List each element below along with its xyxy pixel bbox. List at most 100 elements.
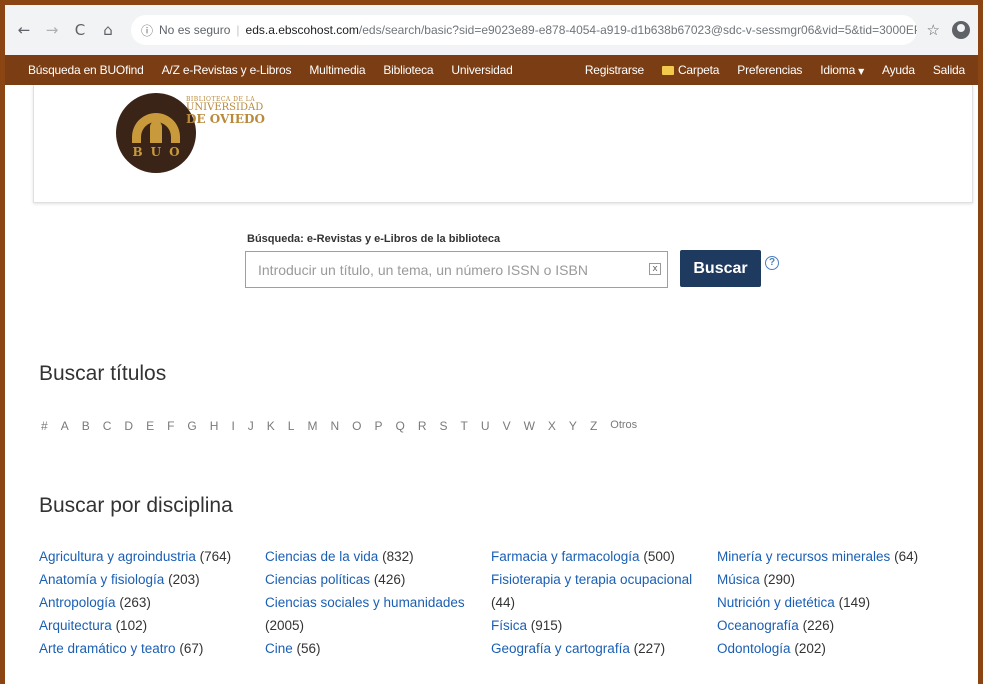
- discipline-link[interactable]: Farmacia y farmacología: [491, 549, 640, 564]
- discipline-column-4: Minería y recursos minerales (64) Música…: [717, 545, 942, 660]
- nav-link-preferencias[interactable]: Preferencias: [728, 63, 811, 77]
- discipline-count: (290): [763, 572, 796, 587]
- search-button[interactable]: Buscar: [680, 250, 761, 287]
- letter-link-q[interactable]: Q: [396, 419, 405, 433]
- discipline-link[interactable]: Odontología: [717, 641, 791, 656]
- letter-link-a[interactable]: A: [61, 419, 69, 433]
- letter-link-b[interactable]: B: [82, 419, 90, 433]
- bookmark-star-icon[interactable]: ☆: [927, 21, 940, 39]
- letter-link-h[interactable]: H: [210, 419, 219, 433]
- discipline-item: Cine (56): [265, 637, 490, 660]
- top-navigation: Búsqueda en BUOfind A/Z e-Revistas y e-L…: [5, 55, 978, 85]
- forward-arrow-icon[interactable]: →: [41, 19, 63, 41]
- letter-link-d[interactable]: D: [124, 419, 133, 433]
- letter-link-x[interactable]: X: [548, 419, 556, 433]
- nav-link-biblioteca[interactable]: Biblioteca: [374, 63, 442, 77]
- discipline-link[interactable]: Antropología: [39, 595, 116, 610]
- home-icon[interactable]: ⌂: [97, 19, 119, 41]
- nav-link-salida[interactable]: Salida: [924, 63, 974, 77]
- letter-link-t[interactable]: T: [461, 419, 468, 433]
- letter-link-k[interactable]: K: [267, 419, 275, 433]
- discipline-link[interactable]: Ciencias políticas: [265, 572, 370, 587]
- letter-link-e[interactable]: E: [146, 419, 154, 433]
- discipline-item: Anatomía y fisiología (203): [39, 568, 264, 591]
- nav-link-az[interactable]: A/Z e-Revistas y e-Libros: [153, 63, 301, 77]
- nav-link-carpeta[interactable]: Carpeta: [653, 63, 728, 77]
- logo-arch-middle: [150, 121, 162, 143]
- discipline-count: (226): [802, 618, 835, 633]
- letter-link-u[interactable]: U: [481, 419, 490, 433]
- discipline-link[interactable]: Anatomía y fisiología: [39, 572, 164, 587]
- discipline-link[interactable]: Música: [717, 572, 760, 587]
- discipline-link[interactable]: Minería y recursos minerales: [717, 549, 890, 564]
- letter-link-p[interactable]: P: [375, 419, 383, 433]
- discipline-link[interactable]: Ciencias sociales y humanidades: [265, 595, 465, 610]
- discipline-count: (149): [838, 595, 871, 610]
- search-label: Búsqueda: e-Revistas y e-Libros de la bi…: [247, 233, 501, 245]
- letter-link-hash[interactable]: #: [41, 419, 48, 433]
- letter-link-g[interactable]: G: [187, 419, 196, 433]
- discipline-link[interactable]: Arquitectura: [39, 618, 112, 633]
- chevron-down-icon: ▼: [858, 67, 865, 76]
- letter-link-i[interactable]: I: [231, 419, 234, 433]
- discipline-count: (832): [382, 549, 414, 564]
- letter-link-v[interactable]: V: [503, 419, 511, 433]
- header-banner: BUO BIBLIOTECA DE LA UNIVERSIDAD DE OVIE…: [33, 85, 973, 203]
- url-separator: |: [236, 23, 240, 37]
- discipline-column-1: Agricultura y agroindustria (764) Anatom…: [39, 545, 264, 660]
- discipline-link[interactable]: Física: [491, 618, 527, 633]
- discipline-item: Nutrición y dietética (149): [717, 591, 942, 614]
- discipline-link[interactable]: Agricultura y agroindustria: [39, 549, 196, 564]
- discipline-link[interactable]: Nutrición y dietética: [717, 595, 835, 610]
- discipline-link[interactable]: Cine: [265, 641, 293, 656]
- letter-link-f[interactable]: F: [167, 419, 174, 433]
- discipline-item: Ciencias de la vida (832): [265, 545, 490, 568]
- letter-link-z[interactable]: Z: [590, 419, 597, 433]
- nav-link-ayuda[interactable]: Ayuda: [873, 63, 924, 77]
- profile-icon[interactable]: [952, 21, 970, 39]
- browser-toolbar: ← → C ⌂ ⓘ No es seguro | eds.a.ebscohost…: [5, 5, 978, 55]
- discipline-link[interactable]: Ciencias de la vida: [265, 549, 378, 564]
- browse-titles-heading: Buscar títulos: [39, 362, 167, 385]
- discipline-count: (44): [491, 595, 516, 610]
- back-arrow-icon[interactable]: ←: [13, 19, 35, 41]
- info-icon[interactable]: ⓘ: [141, 22, 153, 39]
- letter-link-s[interactable]: S: [440, 419, 448, 433]
- logo-line-3: DE OVIEDO: [186, 112, 265, 126]
- letter-link-m[interactable]: M: [307, 419, 317, 433]
- nav-link-universidad[interactable]: Universidad: [442, 63, 521, 77]
- discipline-count: (915): [530, 618, 563, 633]
- discipline-link[interactable]: Geografía y cartografía: [491, 641, 630, 656]
- discipline-item: Física (915): [491, 614, 716, 637]
- nav-left: Búsqueda en BUOfind A/Z e-Revistas y e-L…: [5, 63, 522, 77]
- clear-icon[interactable]: x: [649, 263, 661, 275]
- nav-link-buofind[interactable]: Búsqueda en BUOfind: [19, 63, 153, 77]
- university-logo[interactable]: BUO: [116, 93, 196, 173]
- discipline-link[interactable]: Oceanografía: [717, 618, 799, 633]
- letter-link-l[interactable]: L: [288, 419, 295, 433]
- letter-link-w[interactable]: W: [524, 419, 535, 433]
- discipline-column-3: Farmacia y farmacología (500) Fisioterap…: [491, 545, 716, 660]
- search-input[interactable]: [245, 251, 668, 288]
- address-bar[interactable]: ⓘ No es seguro | eds.a.ebscohost.com /ed…: [131, 15, 917, 45]
- discipline-link[interactable]: Arte dramático y teatro: [39, 641, 176, 656]
- letter-link-c[interactable]: C: [103, 419, 112, 433]
- nav-link-registrarse[interactable]: Registrarse: [576, 63, 653, 77]
- letter-link-otros[interactable]: Otros: [610, 419, 637, 433]
- letter-link-r[interactable]: R: [418, 419, 427, 433]
- discipline-item: Agricultura y agroindustria (764): [39, 545, 264, 568]
- discipline-count: (263): [119, 595, 151, 610]
- letter-link-o[interactable]: O: [352, 419, 361, 433]
- letter-link-n[interactable]: N: [330, 419, 339, 433]
- discipline-count: (764): [199, 549, 232, 564]
- nav-link-multimedia[interactable]: Multimedia: [300, 63, 374, 77]
- logo-monogram: BUO: [132, 145, 188, 159]
- discipline-count: (227): [633, 641, 666, 656]
- discipline-item: Música (290): [717, 568, 942, 591]
- letter-link-y[interactable]: Y: [569, 419, 577, 433]
- discipline-link[interactable]: Fisioterapia y terapia ocupacional: [491, 572, 692, 587]
- help-icon[interactable]: ?: [765, 256, 779, 270]
- letter-link-j[interactable]: J: [248, 419, 254, 433]
- nav-link-idioma[interactable]: Idioma ▼: [811, 63, 873, 77]
- reload-icon[interactable]: C: [69, 19, 91, 41]
